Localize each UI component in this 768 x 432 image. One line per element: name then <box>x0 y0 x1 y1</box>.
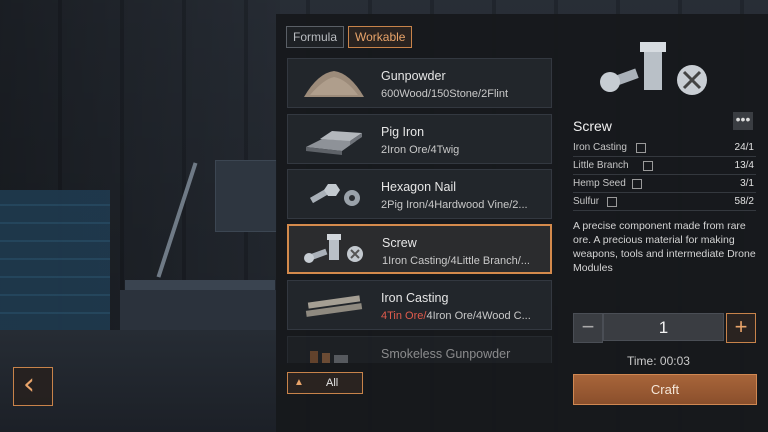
hexagon-nail-icon <box>309 184 360 206</box>
list-item-iron-casting[interactable]: Iron Casting 4Tin Ore/4Iron Ore/4Wood C.… <box>287 280 552 330</box>
list-item-hexagon-nail[interactable]: Hexagon Nail 2Pig Iron/4Hardwood Vine/2.… <box>287 169 552 219</box>
increase-button[interactable]: + <box>726 313 756 343</box>
item-recipe: 2Iron Ore/4Twig <box>381 144 460 156</box>
craft-time: Time: 00:03 <box>627 354 690 368</box>
ingredient-row: Little Branch 13/4 <box>573 157 756 175</box>
filter-all-button[interactable]: ▲ All <box>287 372 363 394</box>
ingredient-count: 3/1 <box>740 178 754 189</box>
ingredient-name: Iron Casting <box>573 142 627 153</box>
ingredient-count: 58/2 <box>734 196 754 207</box>
ingredient-name: Little Branch <box>573 160 629 171</box>
item-recipe: 1Iron Casting/4Little Branch/... <box>382 255 530 267</box>
item-name: Gunpowder <box>381 69 446 83</box>
iron-ingot-icon <box>306 131 362 155</box>
ingredient-row: Sulfur 58/2 <box>573 193 756 211</box>
grid-icon <box>632 179 642 189</box>
recipe-list[interactable]: Gunpowder 600Wood/150Stone/2Flint Pig Ir… <box>287 58 554 363</box>
list-item-pig-iron[interactable]: Pig Iron 2Iron Ore/4Twig <box>287 114 552 164</box>
back-arrow-icon: ‹ <box>23 367 35 402</box>
item-recipe: 600Wood/150Stone/2Flint <box>381 88 508 100</box>
recipe-shortage: 4Tin Ore/ <box>381 310 427 322</box>
item-description: A precise component made from rare ore. … <box>573 220 756 274</box>
item-recipe: 2Pig Iron/4Hardwood Vine/2... <box>381 199 528 211</box>
item-name: Pig Iron <box>381 125 425 139</box>
shelf <box>0 190 110 330</box>
list-item-smokeless-gunpowder[interactable]: Smokeless Gunpowder <box>287 336 552 363</box>
ingredient-row: Iron Casting 24/1 <box>573 139 756 157</box>
grid-icon <box>643 161 653 171</box>
screw-icon <box>304 234 363 263</box>
ingredient-count: 24/1 <box>734 142 754 153</box>
grid-icon <box>607 197 617 207</box>
item-name: Iron Casting <box>381 291 449 305</box>
ingredient-name: Sulfur <box>573 196 600 207</box>
grid-icon <box>636 143 646 153</box>
tool-board <box>215 160 277 232</box>
tab-formula[interactable]: Formula <box>286 26 345 48</box>
quantity-value: 1 <box>603 313 724 341</box>
gunpowder-pile-icon <box>304 71 364 97</box>
filter-label: All <box>326 377 339 389</box>
tab-bar: Formula Workable <box>286 26 413 48</box>
smokeless-gunpowder-icon <box>310 351 348 363</box>
back-button[interactable]: ‹ <box>13 367 53 406</box>
more-options-button[interactable]: ••• <box>733 112 753 130</box>
item-name: Smokeless Gunpowder <box>381 347 511 361</box>
detail-title: Screw <box>573 118 612 134</box>
recipe-rest: 4Iron Ore/4Wood C... <box>426 310 531 322</box>
list-item-screw[interactable]: Screw 1Iron Casting/4Little Branch/... <box>287 224 552 274</box>
tab-workable[interactable]: Workable <box>348 26 413 48</box>
ingredient-count: 13/4 <box>734 160 754 171</box>
decrease-button[interactable]: − <box>573 313 603 343</box>
screw-detail-icon <box>600 42 707 95</box>
iron-bar-icon <box>305 295 363 317</box>
ingredient-row: Hemp Seed 3/1 <box>573 175 756 193</box>
list-item-gunpowder[interactable]: Gunpowder 600Wood/150Stone/2Flint <box>287 58 552 108</box>
item-name: Screw <box>382 236 417 250</box>
craft-button[interactable]: Craft <box>573 374 757 405</box>
item-recipe: 4Tin Ore/4Iron Ore/4Wood C... <box>381 310 549 322</box>
chevron-up-icon: ▲ <box>294 377 304 388</box>
ingredient-name: Hemp Seed <box>573 178 626 189</box>
item-name: Hexagon Nail <box>381 180 457 194</box>
quantity-stepper: − 1 + <box>573 313 756 343</box>
